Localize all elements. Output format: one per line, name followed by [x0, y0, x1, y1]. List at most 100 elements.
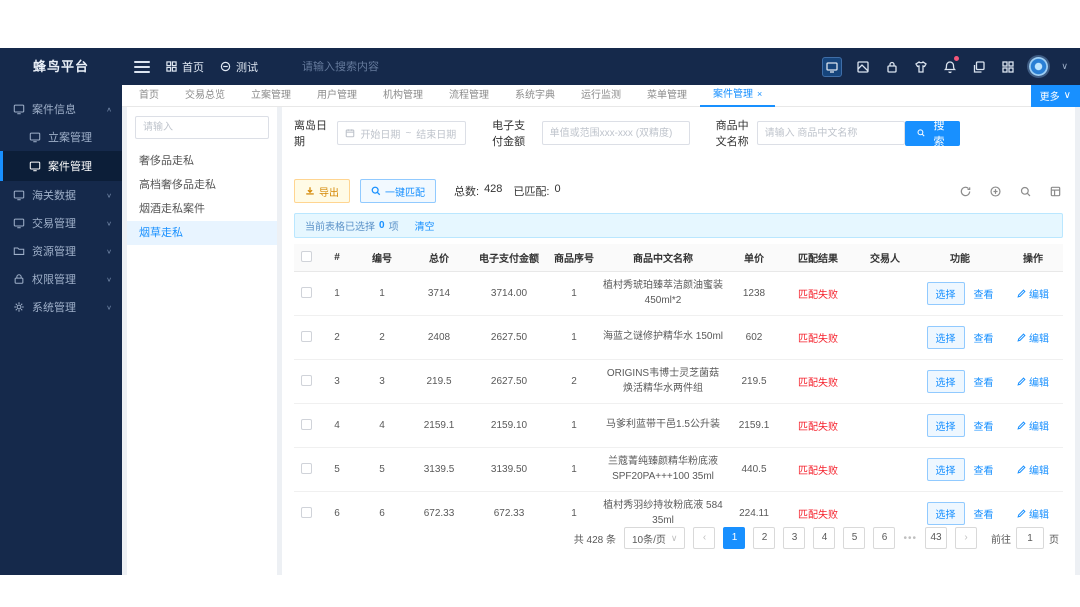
page-button-5[interactable]: 5 — [843, 527, 866, 549]
sidebar-item-case-management[interactable]: 案件管理 — [0, 151, 122, 181]
tab-process-management[interactable]: 流程管理 — [436, 85, 502, 107]
sidebar-item-permission-management[interactable]: 权限管理 ∨ — [0, 265, 122, 293]
sidebar-item-resource-management[interactable]: 资源管理 ∨ — [0, 237, 122, 265]
cell-product-name: 植村秀羽纱持妆粉底液 584 35ml — [603, 500, 723, 526]
page-button-1[interactable]: 1 — [723, 527, 746, 549]
tab-menu-management[interactable]: 菜单管理 — [634, 85, 700, 107]
view-link[interactable]: 查看 — [974, 330, 994, 345]
select-button[interactable]: 选择 — [926, 282, 965, 305]
category-item-tobacco-alcohol[interactable]: 烟酒走私案件 — [127, 197, 277, 221]
app-window: 蜂鸟平台 案件信息 ∧ 立案管理 案件管理 海关数据 ∨ 交易管理 ∨ 资源管理… — [0, 48, 1080, 575]
tab-system-dict[interactable]: 系统字典 — [502, 85, 568, 107]
view-link[interactable]: 查看 — [974, 418, 994, 433]
page-button-last[interactable]: 43 — [925, 527, 947, 549]
one-click-match-button[interactable]: 一键匹配 — [360, 179, 436, 203]
next-page-button[interactable]: › — [955, 527, 977, 549]
select-button[interactable]: 选择 — [926, 370, 965, 393]
fullscreen-icon[interactable] — [1018, 184, 1033, 199]
apps-grid-icon[interactable] — [1000, 59, 1016, 75]
copy-docs-icon[interactable] — [971, 59, 987, 75]
row-checkbox[interactable] — [300, 462, 312, 474]
sidebar-item-label: 案件信息 — [32, 104, 76, 116]
row-checkbox[interactable] — [300, 506, 312, 518]
row-checkbox[interactable] — [300, 330, 312, 342]
page-size-select[interactable]: 10条/页 ∨ — [623, 527, 686, 549]
select-button[interactable]: 选择 — [926, 414, 965, 437]
sidebar-item-customs-data[interactable]: 海关数据 ∨ — [0, 181, 122, 209]
prev-page-button[interactable]: ‹ — [693, 527, 716, 549]
select-button[interactable]: 选择 — [926, 458, 965, 481]
view-link[interactable]: 查看 — [974, 462, 994, 477]
edit-link[interactable]: 编辑 — [1017, 506, 1049, 521]
tab-user-management[interactable]: 用户管理 — [304, 85, 370, 107]
edit-link[interactable]: 编辑 — [1017, 418, 1049, 433]
view-link[interactable]: 查看 — [974, 374, 994, 389]
chevron-down-icon[interactable]: ∨ — [1061, 61, 1068, 72]
page-button-6[interactable]: 6 — [873, 527, 896, 549]
row-checkbox[interactable] — [300, 374, 312, 386]
sidebar-item-system-management[interactable]: 系统管理 ∨ — [0, 293, 122, 321]
theme-shirt-icon[interactable] — [913, 59, 929, 75]
edit-link[interactable]: 编辑 — [1017, 374, 1049, 389]
export-button[interactable]: 导出 — [294, 179, 350, 203]
hamburger-menu-icon[interactable] — [134, 60, 150, 73]
select-button[interactable]: 选择 — [926, 502, 965, 525]
date-range-picker[interactable]: 开始日期 ~ 结束日期 — [337, 121, 467, 145]
pagination-ellipsis[interactable]: ••• — [903, 533, 917, 544]
user-avatar[interactable] — [1029, 57, 1049, 76]
column-settings-icon[interactable] — [1048, 184, 1063, 199]
cell-trader — [854, 460, 916, 480]
payment-amount-input[interactable] — [541, 121, 690, 145]
product-name-input[interactable] — [756, 121, 905, 145]
density-icon[interactable] — [988, 184, 1003, 199]
search-button[interactable]: 搜索 — [904, 120, 960, 148]
goto-page-input[interactable] — [1016, 527, 1044, 549]
tab-org-management[interactable]: 机构管理 — [370, 85, 436, 107]
pencil-icon — [1017, 289, 1026, 298]
cell-total: 2159.1 — [423, 420, 455, 431]
category-item-tobacco[interactable]: 烟草走私 — [127, 221, 277, 245]
nav-home-link[interactable]: 首页 — [166, 59, 204, 75]
category-item-luxury[interactable]: 奢侈品走私 — [127, 149, 277, 173]
filter-product-name: 商品中文名称 — [716, 117, 905, 149]
view-link[interactable]: 查看 — [974, 286, 994, 301]
category-search-input[interactable] — [135, 116, 269, 139]
cell-pay: 2159.10 — [490, 420, 528, 431]
more-tabs-button[interactable]: 更多 ∨ — [1030, 84, 1080, 107]
category-list: 奢侈品走私 高档奢侈品走私 烟酒走私案件 烟草走私 — [127, 149, 277, 245]
filter-payment: 电子支付金额 — [492, 117, 690, 149]
close-icon[interactable]: × — [757, 84, 762, 105]
page-button-2[interactable]: 2 — [753, 527, 776, 549]
cell-match-result: 匹配失败 — [798, 290, 838, 301]
cell-seq: 1 — [571, 332, 577, 343]
tab-trade-overview[interactable]: 交易总览 — [172, 85, 238, 107]
refresh-icon[interactable] — [958, 184, 973, 199]
global-search-input[interactable] — [302, 60, 452, 73]
nav-test-link[interactable]: 测试 — [220, 59, 258, 75]
notification-bell-icon[interactable] — [942, 55, 960, 75]
select-button[interactable]: 选择 — [926, 326, 965, 349]
view-link[interactable]: 查看 — [974, 506, 994, 521]
edit-link[interactable]: 编辑 — [1017, 462, 1049, 477]
sidebar-item-filing-management[interactable]: 立案管理 — [0, 123, 122, 151]
sidebar-item-case-info[interactable]: 案件信息 ∧ — [0, 95, 122, 123]
screenshot-icon[interactable] — [855, 59, 871, 75]
pencil-icon — [1017, 377, 1026, 386]
tab-case-management[interactable]: 案件管理 × — [700, 84, 776, 107]
page-button-3[interactable]: 3 — [783, 527, 806, 549]
cell-unit: 602 — [745, 332, 763, 343]
clear-selection-link[interactable]: 清空 — [415, 218, 435, 233]
select-all-checkbox[interactable] — [300, 250, 312, 262]
row-checkbox[interactable] — [300, 286, 312, 298]
tab-monitoring[interactable]: 运行监测 — [568, 85, 634, 107]
lock-icon[interactable] — [884, 59, 900, 75]
category-item-highend-luxury[interactable]: 高档奢侈品走私 — [127, 173, 277, 197]
tab-filing-management[interactable]: 立案管理 — [238, 85, 304, 107]
sidebar-item-trade-management[interactable]: 交易管理 ∨ — [0, 209, 122, 237]
edit-link[interactable]: 编辑 — [1017, 330, 1049, 345]
tab-home[interactable]: 首页 — [126, 85, 172, 107]
page-button-4[interactable]: 4 — [813, 527, 836, 549]
row-checkbox[interactable] — [300, 418, 312, 430]
screen-monitor-icon[interactable] — [822, 56, 843, 77]
edit-link[interactable]: 编辑 — [1017, 286, 1049, 301]
